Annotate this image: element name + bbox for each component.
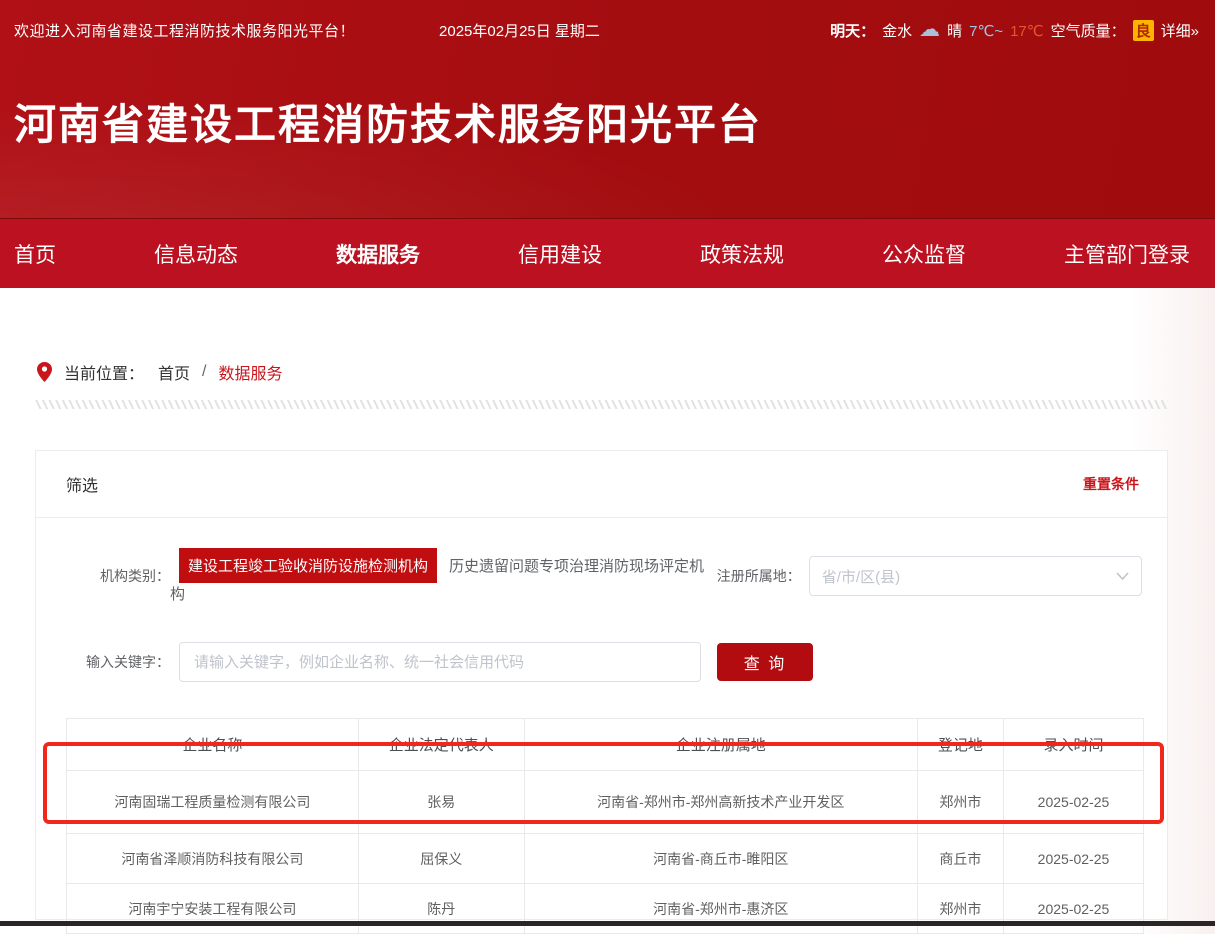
category-option-0[interactable]: 建设工程竣工验收消防设施检测机构 — [179, 548, 437, 583]
topbar: 欢迎进入河南省建设工程消防技术服务阳光平台！ 2025年02月25日 星期二 明… — [0, 0, 1215, 41]
keyword-filter-row: 输入关键字： 查 询 — [66, 642, 1142, 682]
filter-panel: 筛选 重置条件 机构类别： 建设工程竣工验收消防设施检测机构历史遗留问题专项治理… — [35, 450, 1168, 920]
temp-high: 17℃ — [1010, 22, 1044, 40]
table-cell: 张易 — [358, 771, 524, 834]
region-select-placeholder: 省/市/区(县) — [822, 566, 1116, 587]
nav-item-3[interactable]: 信用建设 — [518, 239, 602, 269]
table-cell: 陈丹 — [358, 884, 524, 934]
table-cell: 2025-02-25 — [1003, 771, 1143, 834]
table-header-row: 企业名称企业法定代表人企业注册属地登记地录入时间 — [67, 719, 1144, 771]
table-column-header: 企业注册属地 — [524, 719, 917, 771]
nav-item-6[interactable]: 主管部门登录 — [1064, 239, 1190, 269]
filter-panel-header: 筛选 重置条件 — [36, 451, 1167, 518]
search-button[interactable]: 查 询 — [717, 643, 813, 681]
breadcrumb: 当前位置： 首页 / 数据服务 — [37, 360, 1215, 384]
breadcrumb-home-link[interactable]: 首页 — [158, 360, 190, 384]
table-column-header: 企业法定代表人 — [358, 719, 524, 771]
breadcrumb-separator: / — [202, 363, 206, 381]
breadcrumb-label: 当前位置： — [64, 360, 144, 384]
reset-filters-link[interactable]: 重置条件 — [1083, 474, 1139, 494]
page-title: 河南省建设工程消防技术服务阳光平台 — [14, 91, 1215, 152]
nav-item-1[interactable]: 信息动态 — [154, 239, 238, 269]
table-row[interactable]: 河南省泽顺消防科技有限公司屈保义河南省-商丘市-睢阳区商丘市2025-02-25 — [67, 834, 1144, 884]
category-label: 机构类别： — [66, 566, 170, 586]
keyword-input[interactable] — [179, 642, 701, 682]
site-header: 欢迎进入河南省建设工程消防技术服务阳光平台！ 2025年02月25日 星期二 明… — [0, 0, 1215, 218]
chevron-down-icon — [1116, 572, 1129, 580]
region-select[interactable]: 省/市/区(县) — [809, 556, 1142, 596]
filter-title: 筛选 — [66, 472, 98, 496]
air-quality-label: 空气质量： — [1051, 20, 1126, 41]
location-pin-icon — [37, 362, 52, 382]
table-cell: 郑州市 — [917, 884, 1003, 934]
temp-low: 7℃~ — [969, 22, 1003, 40]
nav-item-0[interactable]: 首页 — [14, 239, 56, 269]
table-row[interactable]: 河南宇宁安装工程有限公司陈丹河南省-郑州市-惠济区郑州市2025-02-25 — [67, 884, 1144, 934]
category-filter-row: 机构类别： 建设工程竣工验收消防设施检测机构历史遗留问题专项治理消防现场评定机构… — [66, 548, 1142, 604]
table-cell: 商丘市 — [917, 834, 1003, 884]
nav-item-4[interactable]: 政策法规 — [700, 239, 784, 269]
breadcrumb-current[interactable]: 数据服务 — [218, 360, 282, 384]
table-cell: 河南省-郑州市-郑州高新技术产业开发区 — [524, 771, 917, 834]
welcome-text: 欢迎进入河南省建设工程消防技术服务阳光平台！ — [14, 20, 355, 41]
weather-widget: 明天： 金水 ☁ 晴 7℃~ 17℃ 空气质量： 良 详细» — [830, 20, 1199, 41]
table-cell: 河南省泽顺消防科技有限公司 — [67, 834, 359, 884]
table-cell: 2025-02-25 — [1003, 884, 1143, 934]
cloud-icon: ☁ — [919, 19, 940, 40]
table-column-header: 企业名称 — [67, 719, 359, 771]
category-options: 建设工程竣工验收消防设施检测机构历史遗留问题专项治理消防现场评定机构 — [170, 548, 717, 604]
table-cell: 2025-02-25 — [1003, 834, 1143, 884]
table-cell: 屈保义 — [358, 834, 524, 884]
table-cell: 郑州市 — [917, 771, 1003, 834]
air-quality-badge: 良 — [1133, 20, 1154, 41]
keyword-label: 输入关键字： — [66, 652, 170, 672]
weather-detail-link[interactable]: 详细» — [1161, 20, 1199, 41]
results-table: 企业名称企业法定代表人企业注册属地登记地录入时间 河南固瑞工程质量检测有限公司张… — [66, 718, 1144, 934]
weather-label: 明天： — [830, 20, 875, 41]
main-nav: 首页 信息动态 数据服务 信用建设 政策法规 公众监督 主管部门登录 — [0, 218, 1215, 288]
region-label: 注册所属地： — [717, 566, 801, 586]
table-column-header: 录入时间 — [1003, 719, 1143, 771]
hatched-divider — [35, 400, 1168, 409]
table-cell: 河南固瑞工程质量检测有限公司 — [67, 771, 359, 834]
weather-condition: 晴 — [947, 20, 962, 41]
nav-item-5[interactable]: 公众监督 — [882, 239, 966, 269]
footer-bar — [0, 921, 1215, 926]
nav-item-2[interactable]: 数据服务 — [336, 239, 420, 269]
table-cell: 河南宇宁安装工程有限公司 — [67, 884, 359, 934]
region-filter-group: 注册所属地： 省/市/区(县) — [717, 556, 1142, 596]
table-row[interactable]: 河南固瑞工程质量检测有限公司张易河南省-郑州市-郑州高新技术产业开发区郑州市20… — [67, 771, 1144, 834]
table-column-header: 登记地 — [917, 719, 1003, 771]
table-cell: 河南省-郑州市-惠济区 — [524, 884, 917, 934]
table-cell: 河南省-商丘市-睢阳区 — [524, 834, 917, 884]
weather-city: 金水 — [882, 20, 912, 41]
date-text: 2025年02月25日 星期二 — [439, 20, 600, 41]
filter-panel-body: 机构类别： 建设工程竣工验收消防设施检测机构历史遗留问题专项治理消防现场评定机构… — [36, 518, 1167, 934]
